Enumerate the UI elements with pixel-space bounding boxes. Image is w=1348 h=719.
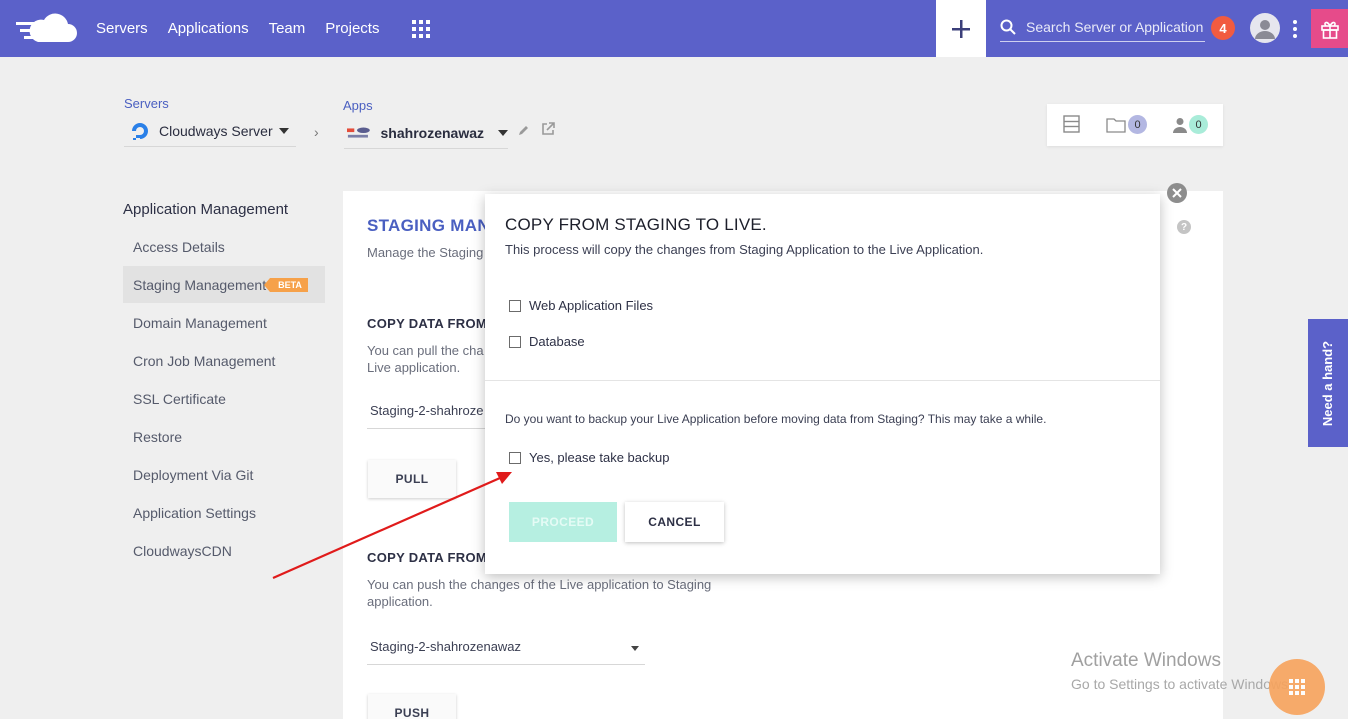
search-icon	[1000, 19, 1016, 35]
page-title: STAGING MAN	[367, 216, 490, 235]
sidebar-item-label: Cron Job Management	[133, 352, 276, 369]
pull-section-desc: You can pull the cha Live application.	[367, 343, 484, 375]
sidebar-title: Application Management	[123, 201, 289, 218]
stat-folders[interactable]: 0	[1106, 115, 1147, 134]
modal-description: This process will copy the changes from …	[505, 242, 984, 257]
need-a-hand-tab[interactable]: Need a hand?	[1308, 319, 1348, 447]
database-checkbox[interactable]: Database	[509, 334, 585, 349]
chevron-right-icon: ›	[314, 124, 319, 140]
close-modal-button[interactable]	[1167, 183, 1187, 203]
push-section-desc: You can push the changes of the Live app…	[367, 577, 712, 609]
sidebar-item-ssl-certificate[interactable]: SSL Certificate	[123, 380, 325, 417]
sidebar-item-label: Deployment Via Git	[133, 466, 254, 483]
nav-applications[interactable]: Applications	[168, 20, 249, 37]
nav-servers[interactable]: Servers	[96, 20, 148, 37]
nav-projects[interactable]: Projects	[325, 20, 379, 37]
person-icon	[1173, 117, 1187, 133]
search-input[interactable]	[1026, 16, 1204, 38]
pull-section-title: COPY DATA FROM	[367, 316, 487, 331]
beta-badge: BETA	[264, 277, 308, 292]
gift-button[interactable]	[1311, 9, 1348, 48]
apps-grid-icon[interactable]	[412, 20, 430, 38]
chevron-down-icon	[631, 646, 639, 651]
chat-fab[interactable]	[1269, 659, 1325, 715]
top-navbar: Servers Applications Team Projects 4	[0, 0, 1348, 57]
sidebar-item-label: Restore	[133, 428, 183, 445]
sidebar-item-label: Application Settings	[133, 504, 256, 521]
edit-icon[interactable]	[518, 124, 530, 136]
sidebar-item-staging-management[interactable]: Staging Management BETA	[123, 266, 325, 303]
chevron-down-icon	[278, 128, 289, 134]
checkbox-box[interactable]	[509, 335, 521, 348]
digitalocean-icon	[132, 123, 148, 140]
need-a-hand-label: Need a hand?	[1320, 340, 1336, 426]
plus-icon	[952, 19, 970, 38]
sidebar-item-label: Domain Management	[133, 314, 267, 331]
user-icon	[1255, 20, 1275, 39]
main-nav: Servers Applications Team Projects	[96, 0, 399, 57]
grid-icon	[1289, 679, 1305, 695]
checkbox-box[interactable]	[509, 299, 521, 312]
stat-server[interactable]	[1063, 115, 1080, 133]
sidebar-item-deployment-via-git[interactable]: Deployment Via Git	[123, 456, 325, 493]
external-link-icon[interactable]	[541, 122, 555, 136]
take-backup-checkbox[interactable]: Yes, please take backup	[509, 450, 669, 465]
sidebar-item-label: CloudwaysCDN	[133, 542, 232, 559]
checkbox-label: Yes, please take backup	[529, 450, 670, 465]
push-section-title: COPY DATA FROM	[367, 550, 487, 565]
notification-badge[interactable]: 4	[1211, 16, 1235, 40]
sidebar-item-cloudwayscdn[interactable]: CloudwaysCDN	[123, 532, 325, 569]
folder-count: 0	[1128, 115, 1147, 134]
sidebar-item-application-settings[interactable]: Application Settings	[123, 494, 325, 531]
modal-divider	[485, 380, 1160, 381]
user-avatar[interactable]	[1250, 13, 1280, 43]
push-select-value: Staging-2-shahrozenawaz	[370, 639, 522, 654]
nav-team[interactable]: Team	[269, 20, 306, 37]
help-icon[interactable]: ?	[1177, 220, 1191, 234]
sidebar-item-cron-job-management[interactable]: Cron Job Management	[123, 342, 325, 379]
checkbox-box[interactable]	[509, 451, 521, 464]
more-options-icon[interactable]	[1292, 19, 1298, 39]
sidebar-item-restore[interactable]: Restore	[123, 418, 325, 455]
app-selector[interactable]: shahrozenawaz	[344, 118, 508, 149]
push-staging-select[interactable]: Staging-2-shahrozenawaz	[367, 629, 645, 665]
pull-button[interactable]: PULL	[368, 460, 456, 498]
folder-icon	[1106, 117, 1126, 133]
activate-windows-title: Activate Windows	[1071, 650, 1221, 671]
chevron-down-icon	[498, 130, 508, 136]
server-list-icon	[1063, 115, 1080, 133]
sidebar-item-domain-management[interactable]: Domain Management	[123, 304, 325, 341]
app-name: shahrozenawaz	[380, 125, 484, 141]
server-selector[interactable]: Cloudways Server	[124, 116, 296, 147]
sidebar-item-access-details[interactable]: Access Details	[123, 228, 325, 265]
sidebar-item-label: SSL Certificate	[133, 390, 226, 407]
apps-label: Apps	[343, 98, 373, 113]
sidebar-item-label: Staging Management	[133, 276, 267, 293]
php-stack-icon	[347, 127, 370, 138]
pull-select-value: Staging-2-shahroze	[370, 403, 484, 418]
gift-icon	[1320, 21, 1339, 39]
cloudways-logo[interactable]	[16, 12, 78, 46]
sidebar-item-label: Access Details	[133, 238, 225, 255]
checkbox-label: Database	[529, 334, 585, 349]
checkbox-label: Web Application Files	[529, 298, 654, 313]
search-box	[1000, 14, 1205, 42]
backup-question: Do you want to backup your Live Applicat…	[505, 412, 1047, 426]
cancel-button[interactable]: CANCEL	[625, 502, 724, 542]
add-button[interactable]	[936, 0, 986, 57]
user-count: 0	[1189, 115, 1208, 134]
app-stats-card: 0 0	[1047, 104, 1223, 146]
copy-to-live-modal: COPY FROM STAGING TO LIVE. This process …	[485, 194, 1160, 574]
proceed-button[interactable]: PROCEED	[509, 502, 617, 542]
modal-title: COPY FROM STAGING TO LIVE.	[505, 215, 767, 234]
push-button[interactable]: PUSH	[368, 694, 456, 719]
servers-label: Servers	[124, 96, 169, 111]
close-icon	[1172, 188, 1182, 198]
stat-users[interactable]: 0	[1173, 115, 1208, 134]
web-app-files-checkbox[interactable]: Web Application Files	[509, 298, 653, 313]
server-name: Cloudways Server	[159, 123, 273, 139]
activate-windows-subtitle: Go to Settings to activate Windows.	[1071, 676, 1292, 692]
page-subtitle: Manage the Staging	[367, 245, 484, 260]
